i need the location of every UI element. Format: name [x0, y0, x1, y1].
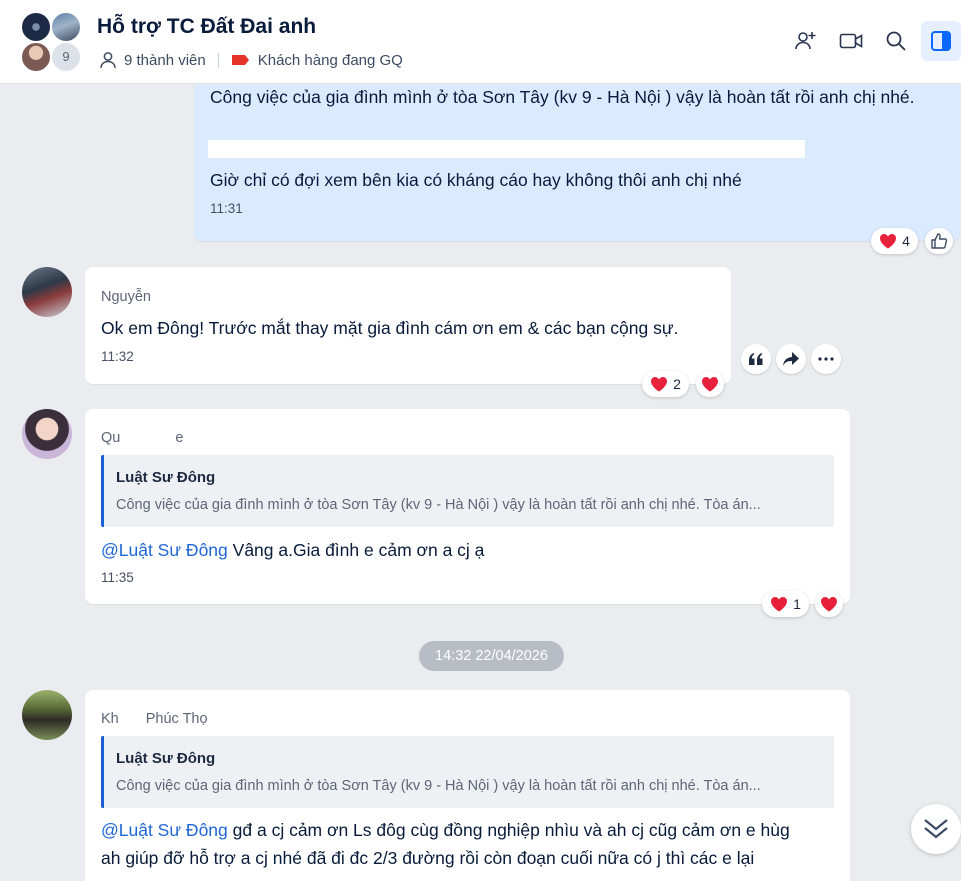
video-call-button[interactable]	[831, 21, 871, 61]
quote-icon	[749, 353, 763, 365]
date-separator: 14:32 22/04/2026	[419, 641, 564, 671]
member-icon	[100, 52, 116, 69]
message-text: Công việc của gia đình mình ở tòa Sơn Tâ…	[210, 87, 915, 107]
reaction-count: 2	[673, 376, 681, 392]
quote-author: Luật Sư Đông	[116, 469, 216, 486]
sender-name[interactable]: Qu e	[101, 430, 183, 446]
heart-icon	[821, 597, 837, 612]
heart-icon	[702, 377, 718, 392]
quoted-message[interactable]: Luật Sư Đông Công việc của gia đình mình…	[101, 455, 834, 527]
message-text: Giờ chỉ có đợi xem bên kia có kháng cáo …	[210, 170, 742, 190]
divider	[217, 52, 219, 68]
sender-name-end: Phúc Thọ	[145, 711, 208, 727]
message-text: @Luật Sư Đông gđ a cj cảm ơn Ls đôg cùg …	[101, 816, 790, 844]
message-time: 11:31	[210, 201, 243, 216]
like-button[interactable]	[925, 228, 953, 254]
add-member-icon	[795, 32, 816, 50]
reply-button[interactable]	[741, 344, 771, 374]
message-bubble[interactable]: Kh Phúc Thọ Luật Sư Đông Công việc của gi…	[85, 690, 850, 881]
member-count-badge: 9	[50, 41, 82, 73]
message-text: Ok em Đông! Trước mắt thay mặt gia đình …	[101, 318, 679, 338]
message-bubble[interactable]: Nguyễn Ok em Đông! Trước mắt thay mặt gi…	[85, 267, 731, 384]
message-text: ah giúp đỡ hỗ trợ a cj nhé đã đi đc 2/3 …	[101, 848, 755, 868]
chat-area[interactable]: Công việc của gia đình mình ở tòa Sơn Tâ…	[0, 85, 961, 881]
video-call-icon	[839, 33, 863, 49]
reaction-count: 4	[902, 233, 910, 249]
sender-avatar[interactable]	[22, 690, 72, 740]
group-tag-label[interactable]: Khách hàng đang GQ	[258, 52, 403, 69]
sender-avatar[interactable]	[22, 409, 72, 459]
group-subline: 9 thành viên Khách hàng đang GQ	[98, 50, 403, 70]
message-time: 11:35	[101, 570, 134, 585]
tag-icon	[231, 55, 249, 65]
more-button[interactable]	[811, 344, 841, 374]
heart-react-button[interactable]	[696, 371, 724, 397]
quote-text: Công việc của gia đình mình ở tòa Sơn Tâ…	[116, 497, 761, 513]
quote-text: Công việc của gia đình mình ở tòa Sơn Tâ…	[116, 778, 761, 794]
reaction-summary[interactable]: 4	[871, 228, 918, 254]
more-icon	[818, 357, 834, 361]
mention-link[interactable]: @Luật Sư Đông	[101, 820, 228, 840]
group-avatar[interactable]: 9	[20, 11, 84, 73]
heart-icon	[771, 597, 788, 612]
thumbs-up-icon	[931, 233, 948, 249]
member-avatar	[20, 41, 52, 73]
share-icon	[783, 352, 799, 366]
forward-button[interactable]	[776, 344, 806, 374]
members-link[interactable]: 9 thành viên	[124, 52, 206, 69]
add-member-button[interactable]	[786, 21, 826, 61]
message-body: gđ a cj cảm ơn Ls đôg cùg đồng nghiệp nh…	[227, 820, 790, 840]
quote-author: Luật Sư Đông	[116, 750, 216, 767]
sender-name-start: Qu	[101, 430, 121, 446]
message-time: 11:32	[101, 349, 134, 364]
sender-name[interactable]: Nguyễn	[101, 289, 151, 305]
sidebar-toggle-button[interactable]	[921, 21, 961, 61]
search-button[interactable]	[876, 21, 916, 61]
member-avatar	[20, 11, 52, 43]
message-text: @Luật Sư Đông Vâng a.Gia đình e cảm ơn a…	[101, 536, 484, 564]
group-title[interactable]: Hỗ trợ TC Đất Đai anh	[97, 15, 316, 39]
sender-name-start: Kh	[101, 711, 119, 727]
quoted-message[interactable]: Luật Sư Đông Công việc của gia đình mình…	[101, 736, 834, 808]
heart-react-button[interactable]	[815, 591, 843, 617]
sender-avatar[interactable]	[22, 267, 72, 317]
message-bubble-outgoing[interactable]: Công việc của gia đình mình ở tòa Sơn Tâ…	[194, 85, 960, 241]
mention-link[interactable]: @Luật Sư Đông	[101, 540, 228, 560]
reaction-summary[interactable]: 1	[762, 591, 809, 617]
heart-icon	[651, 377, 668, 392]
scroll-to-bottom-button[interactable]	[911, 804, 961, 854]
sidebar-toggle-icon	[931, 31, 951, 51]
heart-icon	[880, 234, 897, 249]
message-body: Vâng a.Gia đình e cảm ơn a cj ạ	[227, 540, 485, 560]
reaction-count: 1	[793, 596, 801, 612]
sender-name-end: e	[175, 430, 184, 446]
member-avatar	[50, 11, 82, 43]
reaction-summary[interactable]: 2	[642, 371, 689, 397]
chat-header: 9 Hỗ trợ TC Đất Đai anh 9 thành viên Khá…	[0, 0, 961, 84]
search-icon	[886, 31, 906, 51]
sender-name[interactable]: Kh Phúc Thọ	[101, 711, 208, 727]
double-chevron-down-icon	[924, 819, 948, 839]
redacted-area	[208, 140, 805, 158]
message-bubble[interactable]: Qu e Luật Sư Đông Công việc của gia đình …	[85, 409, 850, 604]
